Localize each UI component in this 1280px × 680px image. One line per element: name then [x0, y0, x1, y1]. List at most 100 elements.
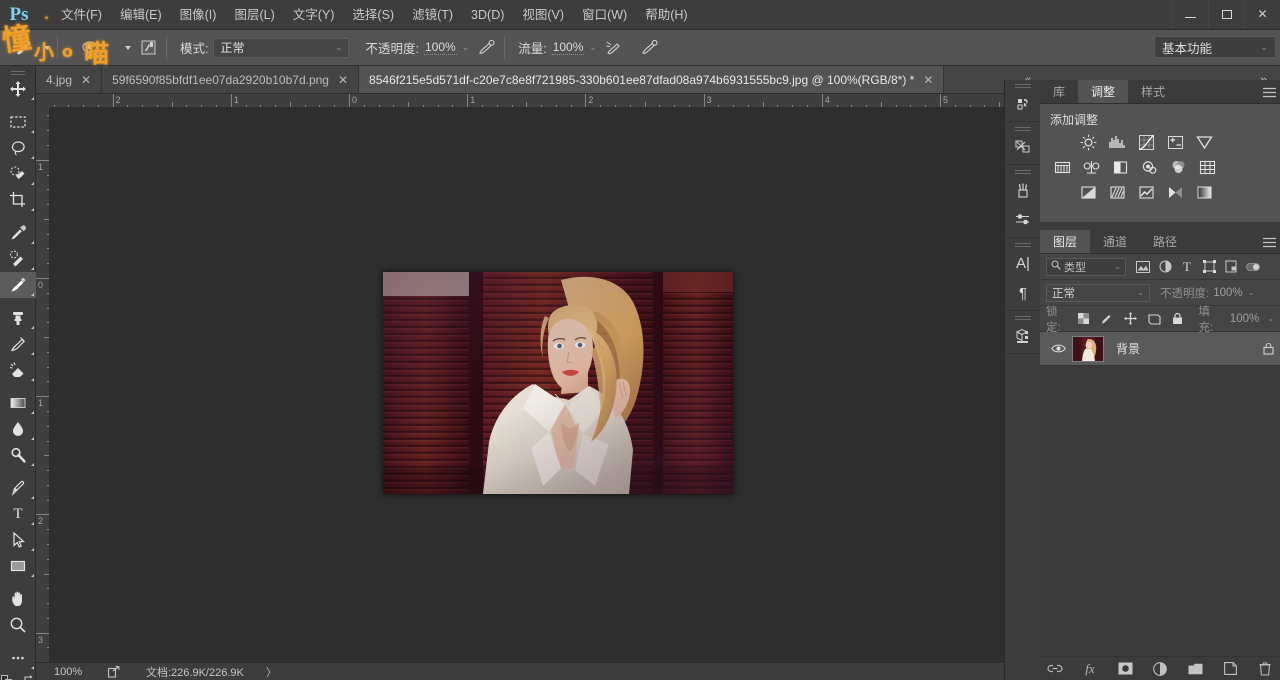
layer-blend-mode-select[interactable]: 正常 ⌄	[1046, 283, 1150, 302]
menu-item-10[interactable]: 帮助(H)	[636, 0, 696, 30]
menu-item-7[interactable]: 3D(D)	[462, 0, 513, 30]
toggle-filter-icon[interactable]	[1242, 257, 1264, 277]
clone-stamp-tool[interactable]	[0, 305, 36, 331]
lasso-tool[interactable]	[0, 135, 36, 161]
adjustment-filter-icon[interactable]	[1154, 257, 1176, 277]
layer-filter-type-select[interactable]: 类型 ⌄	[1046, 257, 1126, 276]
vibrance-icon[interactable]	[1195, 133, 1214, 152]
horizontal-ruler[interactable]: 2 1 0 1 2 3 4 5	[36, 94, 1018, 108]
pressure-opacity-icon[interactable]	[475, 37, 497, 59]
maximize-button[interactable]	[1208, 0, 1244, 28]
zoom-tool[interactable]	[0, 612, 36, 638]
swap-colors-icon[interactable]	[23, 674, 34, 680]
edit-toolbar-more[interactable]	[0, 645, 36, 671]
document-tab-0[interactable]: 4.jpg ✕	[36, 66, 103, 93]
brush-tool[interactable]	[0, 272, 36, 298]
adjustments-tab-1[interactable]: 调整	[1078, 80, 1129, 103]
delete-layer-icon[interactable]	[1256, 660, 1274, 678]
rail-grip[interactable]	[1005, 123, 1040, 132]
3d-panel-icon[interactable]	[1005, 321, 1041, 351]
type-filter-icon[interactable]: T	[1176, 257, 1198, 277]
menu-item-4[interactable]: 文字(Y)	[284, 0, 344, 30]
vertical-ruler[interactable]: 1 0 1 2 3	[36, 108, 50, 680]
menu-item-8[interactable]: 视图(V)	[513, 0, 573, 30]
workspace-selector[interactable]: 基本功能 ⌄	[1154, 36, 1276, 58]
menu-item-9[interactable]: 窗口(W)	[573, 0, 636, 30]
blur-tool[interactable]	[0, 416, 36, 442]
history-brush-tool[interactable]	[0, 331, 36, 357]
threshold-icon[interactable]	[1137, 183, 1156, 202]
default-colors-icon[interactable]	[1, 675, 12, 680]
layer-opacity-caret-icon[interactable]: ⌄	[1248, 288, 1255, 297]
actions-icon[interactable]	[1005, 132, 1041, 162]
history-icon[interactable]	[1005, 89, 1041, 119]
close-icon[interactable]: ✕	[923, 73, 933, 87]
lock-transparent-icon[interactable]	[1073, 309, 1093, 329]
path-selection-tool[interactable]	[0, 527, 36, 553]
levels-icon[interactable]	[1108, 133, 1127, 152]
rail-grip[interactable]	[1005, 312, 1040, 321]
lock-position-icon[interactable]	[1121, 309, 1141, 329]
brush-settings-icon[interactable]	[1005, 205, 1041, 235]
brush-picker-caret-icon[interactable]	[125, 45, 131, 50]
adjustments-tab-0[interactable]: 库	[1040, 80, 1079, 103]
canvas[interactable]	[50, 108, 1018, 666]
lock-image-icon[interactable]	[1097, 309, 1117, 329]
menu-item-5[interactable]: 选择(S)	[343, 0, 403, 30]
shape-filter-icon[interactable]	[1198, 257, 1220, 277]
layer-visibility-toggle[interactable]	[1046, 343, 1070, 354]
rail-grip[interactable]	[1005, 239, 1040, 248]
color-balance-icon[interactable]	[1082, 158, 1101, 177]
menu-item-0[interactable]: 文件(F)	[52, 0, 111, 30]
menu-item-1[interactable]: 编辑(E)	[111, 0, 171, 30]
rectangular-marquee-tool[interactable]	[0, 109, 36, 135]
export-icon[interactable]	[108, 665, 120, 678]
status-expand-arrow[interactable]: 〉	[266, 664, 277, 680]
black-white-icon[interactable]	[1111, 158, 1130, 177]
airbrush-icon[interactable]	[603, 37, 625, 59]
adjustments-tab-2[interactable]: 样式	[1128, 80, 1179, 103]
pressure-size-icon[interactable]	[639, 37, 661, 59]
rail-grip[interactable]	[1005, 80, 1040, 89]
brightness-contrast-icon[interactable]	[1079, 133, 1098, 152]
channel-mixer-icon[interactable]	[1169, 158, 1188, 177]
document-tab-1[interactable]: 59f6590f85bfdf1ee07da2920b10b7d.png ✕	[102, 66, 360, 93]
fill-value[interactable]: 100%	[1230, 313, 1259, 325]
rail-grip[interactable]	[1005, 166, 1040, 175]
gradient-map-icon[interactable]	[1195, 183, 1214, 202]
eraser-tool[interactable]	[0, 357, 36, 383]
new-layer-icon[interactable]	[1221, 660, 1239, 678]
pixel-filter-icon[interactable]	[1132, 257, 1154, 277]
hue-saturation-icon[interactable]	[1053, 158, 1072, 177]
table-row[interactable]: 背景	[1040, 332, 1280, 366]
flow-value[interactable]: 100%	[551, 40, 585, 55]
new-group-icon[interactable]	[1186, 660, 1204, 678]
new-adjustment-layer-icon[interactable]	[1151, 660, 1169, 678]
layers-tab-0[interactable]: 图层	[1040, 230, 1091, 253]
brush-preset-picker[interactable]: 80	[65, 35, 121, 62]
gradient-tool[interactable]	[0, 390, 36, 416]
close-button[interactable]: ✕	[1244, 0, 1280, 28]
rectangle-shape-tool[interactable]	[0, 553, 36, 579]
close-icon[interactable]: ✕	[81, 73, 91, 87]
menu-item-2[interactable]: 图像(I)	[171, 0, 226, 30]
tool-preset-caret-icon[interactable]	[44, 45, 50, 50]
dodge-tool[interactable]	[0, 442, 36, 468]
character-panel-icon[interactable]: A|	[1005, 248, 1041, 278]
brush-settings-panel-icon[interactable]	[137, 37, 159, 59]
smart-object-filter-icon[interactable]	[1220, 257, 1242, 277]
crop-tool[interactable]	[0, 187, 36, 213]
lock-all-icon[interactable]	[1168, 309, 1188, 329]
adjustments-panel-menu-icon[interactable]	[1263, 80, 1276, 104]
layers-tab-1[interactable]: 通道	[1090, 230, 1141, 253]
paragraph-panel-icon[interactable]: ¶	[1005, 278, 1041, 308]
fill-caret-icon[interactable]: ⌄	[1267, 314, 1274, 323]
document-tab-2[interactable]: 8546f215e5d571df-c20e7c8e8f721985-330b60…	[359, 66, 945, 93]
link-layers-icon[interactable]	[1046, 660, 1064, 678]
quick-selection-tool[interactable]	[0, 161, 36, 187]
flow-caret-icon[interactable]: ⌄	[589, 42, 597, 53]
hand-tool[interactable]	[0, 586, 36, 612]
opacity-caret-icon[interactable]: ⌄	[462, 42, 470, 53]
opacity-value[interactable]: 100%	[423, 40, 457, 55]
brushes-icon[interactable]	[1005, 175, 1041, 205]
